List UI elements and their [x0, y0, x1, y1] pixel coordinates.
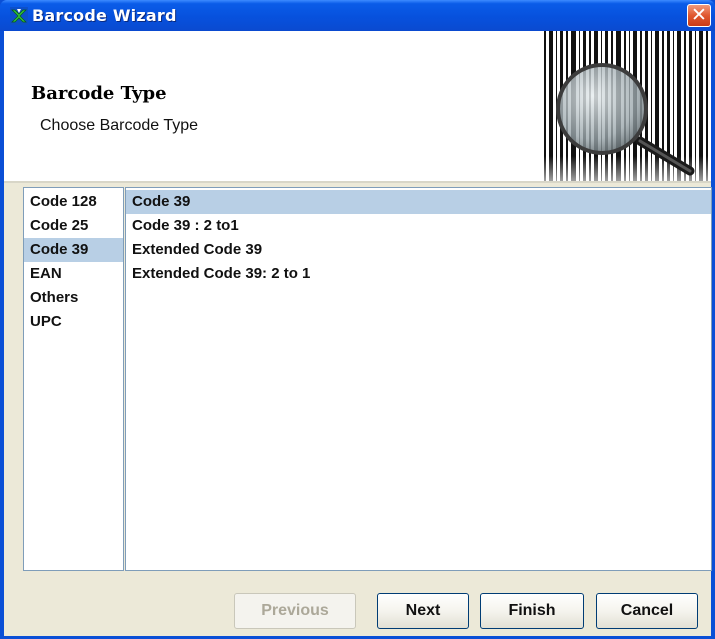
category-item-others[interactable]: Others — [24, 286, 123, 310]
category-item-ean[interactable]: EAN — [24, 262, 123, 286]
close-button[interactable]: ✕ — [687, 4, 711, 27]
type-item-extended-code-39[interactable]: Extended Code 39 — [126, 238, 711, 262]
wizard-icon — [10, 7, 28, 25]
finish-button[interactable]: Finish — [480, 593, 584, 629]
close-icon: ✕ — [691, 4, 707, 26]
type-item-code-39[interactable]: Code 39 — [126, 190, 711, 214]
cancel-button[interactable]: Cancel — [596, 593, 698, 629]
previous-button[interactable]: Previous — [234, 593, 356, 629]
category-item-upc[interactable]: UPC — [24, 310, 123, 334]
type-item-extended-code-39-2to1[interactable]: Extended Code 39: 2 to 1 — [126, 262, 711, 286]
barcode-category-list[interactable]: Code 128 Code 25 Code 39 EAN Others UPC — [23, 187, 124, 571]
header-divider — [4, 181, 711, 183]
wizard-button-bar: Previous Next Finish Cancel — [4, 583, 711, 629]
category-item-code-25[interactable]: Code 25 — [24, 214, 123, 238]
category-item-code-128[interactable]: Code 128 — [24, 190, 123, 214]
title-bar[interactable]: Barcode Wizard ✕ — [0, 0, 715, 31]
barcode-type-list[interactable]: Code 39 Code 39 : 2 to1 Extended Code 39… — [125, 187, 712, 571]
barcode-wizard-window: Barcode Wizard ✕ Barcode Type Choose Bar… — [0, 0, 715, 639]
type-item-code-39-2to1[interactable]: Code 39 : 2 to1 — [126, 214, 711, 238]
category-item-code-39[interactable]: Code 39 — [24, 238, 123, 262]
next-button[interactable]: Next — [377, 593, 469, 629]
page-title: Barcode Type — [31, 83, 167, 104]
window-title: Barcode Wizard — [32, 6, 177, 25]
page-subtitle: Choose Barcode Type — [40, 117, 199, 134]
barcode-magnifier-image — [530, 31, 711, 181]
dialog-body: Barcode Type Choose Barcode Type Code 12… — [4, 31, 712, 636]
wizard-header: Barcode Type Choose Barcode Type — [4, 31, 711, 181]
